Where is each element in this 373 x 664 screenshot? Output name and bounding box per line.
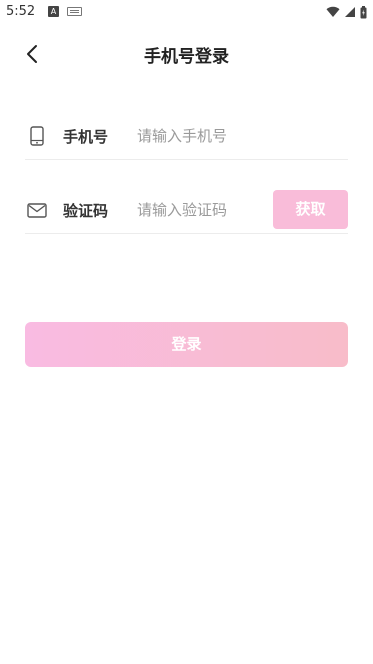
status-time: 5:52 (6, 4, 36, 19)
login-button[interactable]: 登录 (25, 322, 348, 367)
battery-icon (360, 5, 367, 18)
phone-input[interactable] (137, 122, 342, 150)
get-code-button[interactable]: 获取 (273, 190, 348, 229)
header: 手机号登录 (0, 30, 373, 78)
status-bar: 5:52 A (0, 0, 373, 24)
code-label: 验证码 (63, 202, 109, 220)
status-icons (326, 4, 367, 20)
notification-a-icon: A (48, 6, 59, 17)
wifi-icon (326, 6, 340, 18)
page-title: 手机号登录 (144, 47, 229, 67)
code-row: 验证码 获取 (25, 186, 348, 234)
phone-icon (30, 126, 44, 146)
phone-label: 手机号 (63, 128, 109, 146)
code-input[interactable] (137, 196, 267, 224)
phone-row: 手机号 (25, 112, 348, 160)
mail-icon (27, 203, 47, 218)
keyboard-icon (67, 7, 82, 16)
signal-icon (345, 7, 355, 17)
